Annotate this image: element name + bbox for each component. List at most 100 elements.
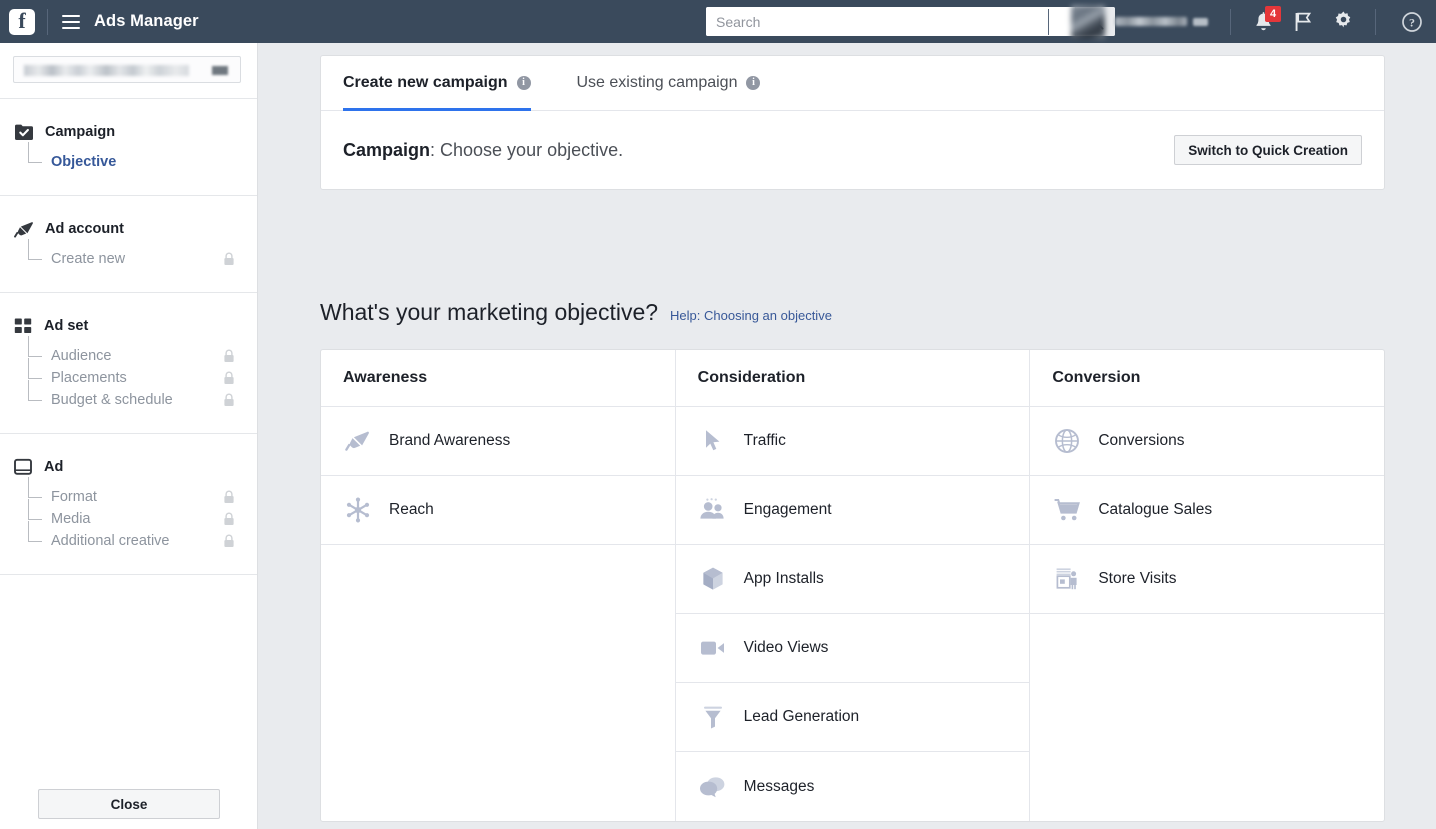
lock-icon: [223, 490, 235, 509]
info-icon[interactable]: i: [746, 76, 761, 90]
sidebar-section-ad-account: Ad account Create new: [0, 195, 257, 292]
objective-label: Lead Generation: [743, 708, 860, 725]
objective-app-installs[interactable]: App Installs: [675, 545, 1030, 614]
help-choosing-objective-link[interactable]: Help: Choosing an objective: [670, 308, 832, 323]
settings-button[interactable]: [1323, 0, 1363, 43]
objective-conversions[interactable]: Conversions: [1030, 407, 1385, 476]
avatar: [1071, 4, 1105, 39]
sidebar-item-create-new[interactable]: Create new: [0, 239, 257, 271]
tree-tick: [28, 519, 42, 520]
megaphone-icon: [14, 222, 33, 238]
tree-stem: [28, 142, 29, 163]
sidebar-section-label: Campaign: [45, 124, 116, 140]
sidebar-subitem-label: Media: [51, 511, 91, 527]
sidebar-item-campaign[interactable]: Campaign: [0, 122, 257, 142]
switch-to-quick-creation-button[interactable]: Switch to Quick Creation: [1174, 135, 1362, 165]
objective-catalogue-sales[interactable]: Catalogue Sales: [1030, 476, 1385, 545]
sidebar-item-ad-account[interactable]: Ad account: [0, 219, 257, 239]
objective-label: Reach: [389, 501, 434, 518]
tree-stem: [28, 499, 29, 520]
objective-label: Brand Awareness: [389, 432, 511, 449]
notifications-button[interactable]: 4: [1243, 0, 1283, 43]
lock-icon: [223, 252, 235, 271]
sidebar-section-campaign: Campaign Objective: [0, 98, 257, 195]
objective-label: Traffic: [743, 432, 786, 449]
tree-stem: [28, 358, 29, 379]
people-group-icon: [698, 495, 728, 525]
nav-divider: [1230, 8, 1231, 35]
account-name-redacted: [1115, 17, 1187, 26]
sidebar-subitems: Format Media Additional creative: [0, 477, 257, 552]
sidebar-item-ad-set[interactable]: Ad set: [0, 316, 257, 336]
lock-icon: [223, 371, 235, 390]
objective-reach[interactable]: Reach: [321, 476, 675, 545]
cursor-arrow-icon: [698, 426, 728, 456]
notification-badge: 4: [1265, 6, 1281, 22]
sidebar-subitems: Objective: [0, 142, 257, 173]
account-menu[interactable]: [1061, 0, 1218, 43]
ad-account-id-redacted: [212, 66, 228, 75]
sidebar-item-media[interactable]: Media: [0, 499, 257, 530]
objective-messages[interactable]: Messages: [676, 752, 1030, 821]
sidebar-item-audience[interactable]: Audience: [0, 336, 257, 367]
tree-stem: [28, 380, 29, 401]
ad-account-selector[interactable]: [13, 56, 241, 83]
storefront-icon: [1052, 564, 1082, 594]
objective-label: Video Views: [743, 639, 829, 656]
shopping-cart-icon: [1052, 495, 1082, 525]
campaign-objective-prompt-row: Campaign: Choose your objective. Switch …: [321, 111, 1384, 189]
sidebar-subitem-label: Format: [51, 489, 97, 505]
tree-tick: [28, 162, 42, 163]
search-input[interactable]: [706, 7, 1075, 36]
hamburger-menu-icon[interactable]: [62, 14, 80, 29]
objective-store-visits[interactable]: Store Visits: [1030, 545, 1385, 614]
funnel-icon: [698, 702, 728, 732]
tree-stem: [28, 477, 29, 498]
sidebar-item-budget-schedule[interactable]: Budget & schedule: [0, 380, 257, 412]
megaphone-icon: [343, 426, 373, 456]
facebook-f-logo[interactable]: f: [9, 8, 35, 35]
awareness-column-spacer: [321, 545, 675, 821]
globe-icon: [1052, 426, 1082, 456]
nav-divider: [1375, 8, 1376, 35]
cube-box-icon: [698, 564, 728, 594]
sidebar-item-format[interactable]: Format: [0, 477, 257, 509]
window-frame-icon: [14, 458, 32, 475]
sidebar-section-ad-set: Ad set Audience Placements Budget & sche…: [0, 292, 257, 433]
sidebar-subitem-label: Placements: [51, 370, 127, 386]
account-id-redacted: [1193, 17, 1208, 26]
objective-label: Store Visits: [1098, 570, 1177, 587]
burst-radiate-icon: [343, 495, 373, 525]
sidebar-section-label: Ad set: [44, 318, 89, 334]
objective-brand-awareness[interactable]: Brand Awareness: [321, 407, 675, 476]
lock-icon: [223, 393, 235, 412]
column-header: Awareness: [321, 350, 675, 407]
sidebar-item-ad[interactable]: Ad: [0, 457, 257, 477]
tab-use-existing-campaign[interactable]: Use existing campaign i: [577, 56, 761, 111]
objective-traffic[interactable]: Traffic: [675, 407, 1030, 476]
flag-icon: [1295, 12, 1312, 31]
nav-right-cluster: 4 ?: [1036, 0, 1436, 43]
app-title: Ads Manager: [94, 12, 199, 30]
objective-video-views[interactable]: Video Views: [675, 614, 1030, 683]
info-icon[interactable]: i: [516, 76, 531, 90]
sidebar-item-additional-creative[interactable]: Additional creative: [0, 521, 257, 552]
tab-create-new-campaign[interactable]: Create new campaign i: [343, 56, 531, 111]
column-header: Conversion: [1030, 350, 1385, 407]
gear-icon: [1335, 11, 1350, 28]
objective-lead-generation[interactable]: Lead Generation: [675, 683, 1030, 752]
sidebar-section-label: Ad account: [45, 221, 124, 237]
close-button[interactable]: Close: [38, 789, 220, 819]
main-content: Create new campaign i Use existing campa…: [258, 43, 1436, 829]
campaign-tabs: Create new campaign i Use existing campa…: [321, 56, 1384, 111]
sidebar-item-objective[interactable]: Objective: [0, 142, 257, 173]
help-button[interactable]: ?: [1388, 0, 1436, 43]
objective-column-awareness: Awareness Brand Awareness Reach: [321, 350, 676, 821]
objective-engagement[interactable]: Engagement: [675, 476, 1030, 545]
flag-button[interactable]: [1283, 0, 1323, 43]
objective-label: Messages: [743, 777, 815, 795]
speech-bubbles-icon: [698, 772, 728, 802]
grid-squares-icon: [14, 318, 32, 333]
sidebar-item-placements[interactable]: Placements: [0, 358, 257, 390]
svg-text:?: ?: [1409, 15, 1415, 29]
